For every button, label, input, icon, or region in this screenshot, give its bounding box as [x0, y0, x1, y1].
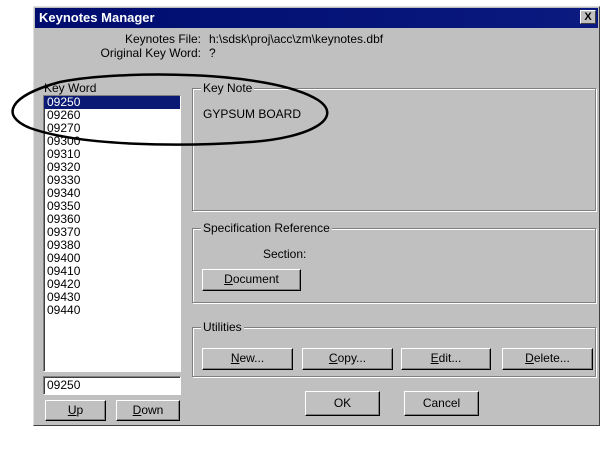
copy-button[interactable]: Copy... — [302, 348, 393, 370]
keyword-listbox[interactable]: 09250 09260 09270 09300 09310 09320 09330 09340… — [43, 95, 181, 372]
close-icon[interactable]: X — [580, 10, 596, 24]
specification-reference-title: Specification Reference — [201, 221, 332, 235]
specification-reference-group: Specification Reference Section: Documen… — [192, 221, 596, 303]
document-button-label: ocument — [232, 272, 279, 286]
edit-button-mnemonic: E — [430, 351, 439, 365]
ok-button[interactable]: OK — [305, 391, 380, 416]
copy-button-label: opy... — [337, 351, 367, 365]
utilities-group: Utilities New... Copy... Edit... Delete.… — [192, 320, 596, 377]
key-note-group: Key Note GYPSUM BOARD — [192, 81, 596, 211]
copy-button-mnemonic: C — [328, 351, 338, 365]
down-button[interactable]: Down — [116, 400, 180, 421]
keyword-input-field — [43, 376, 181, 395]
window-title: Keynotes Manager — [39, 10, 155, 25]
down-button-label: own — [141, 403, 164, 417]
keyword-label: Key Word — [44, 81, 97, 95]
delete-button-mnemonic: D — [525, 351, 534, 365]
utilities-title: Utilities — [201, 320, 244, 334]
key-note-text: GYPSUM BOARD — [203, 107, 302, 121]
section-label: Section: — [263, 247, 307, 261]
up-button-label: p — [76, 403, 84, 417]
keynotes-file-label: Keynotes File: — [124, 32, 201, 46]
title-bar[interactable]: Keynotes Manager X — [35, 8, 598, 28]
key-note-title: Key Note — [201, 81, 255, 95]
document-button[interactable]: Document — [202, 269, 301, 291]
original-keyword-value: ? — [209, 46, 216, 60]
delete-button[interactable]: Delete... — [502, 348, 593, 370]
delete-button-label: elete... — [533, 351, 570, 365]
keynotes-manager-dialog: Keynotes Manager X Keynotes File: h:\sds… — [33, 6, 600, 426]
keyword-input[interactable] — [44, 377, 177, 393]
keynotes-file-value: h:\sdsk\proj\acc\zm\keynotes.dbf — [209, 32, 384, 46]
cancel-button[interactable]: Cancel — [404, 391, 479, 416]
original-keyword-label: Original Key Word: — [100, 46, 201, 60]
document-button-mnemonic: D — [224, 272, 233, 286]
up-button[interactable]: Up — [45, 400, 106, 421]
edit-button-label: dit... — [438, 351, 462, 365]
new-button[interactable]: New... — [202, 348, 293, 370]
list-item[interactable]: 09440 — [44, 304, 180, 317]
new-button-label: ew... — [239, 351, 265, 365]
edit-button[interactable]: Edit... — [401, 348, 491, 370]
